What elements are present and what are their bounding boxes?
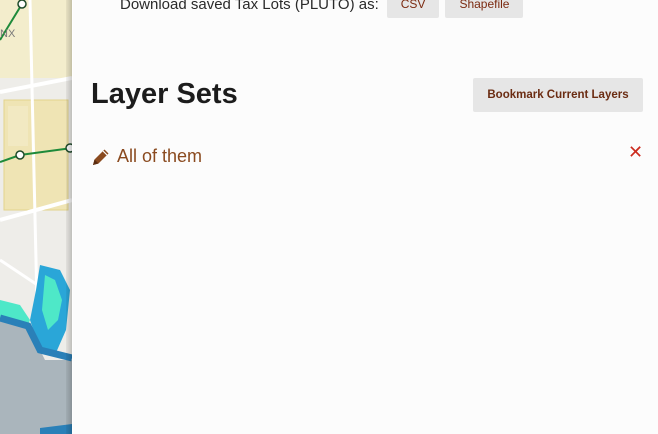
- layer-sets-heading: Layer Sets: [91, 78, 238, 110]
- map-borough-label: NX: [0, 28, 16, 40]
- bookmark-current-layers-button[interactable]: Bookmark Current Layers: [473, 78, 643, 112]
- panel-shadow: [66, 0, 72, 434]
- pencil-icon[interactable]: [91, 147, 111, 167]
- map-view[interactable]: NX: [0, 0, 72, 434]
- layer-set-name[interactable]: All of them: [117, 146, 202, 167]
- map-graphic[interactable]: [0, 0, 72, 434]
- download-shapefile-button[interactable]: Shapefile: [445, 0, 524, 18]
- close-icon[interactable]: ✕: [628, 144, 643, 162]
- app-window: NX Download saved Tax Lots (PLUTO) as: C…: [0, 0, 658, 434]
- download-label: Download saved Tax Lots (PLUTO) as:: [120, 0, 379, 13]
- download-row: Download saved Tax Lots (PLUTO) as: CSV …: [120, 0, 524, 18]
- layer-set-item[interactable]: All of them: [91, 146, 202, 167]
- side-panel: Download saved Tax Lots (PLUTO) as: CSV …: [73, 0, 658, 434]
- download-csv-button[interactable]: CSV: [386, 0, 440, 18]
